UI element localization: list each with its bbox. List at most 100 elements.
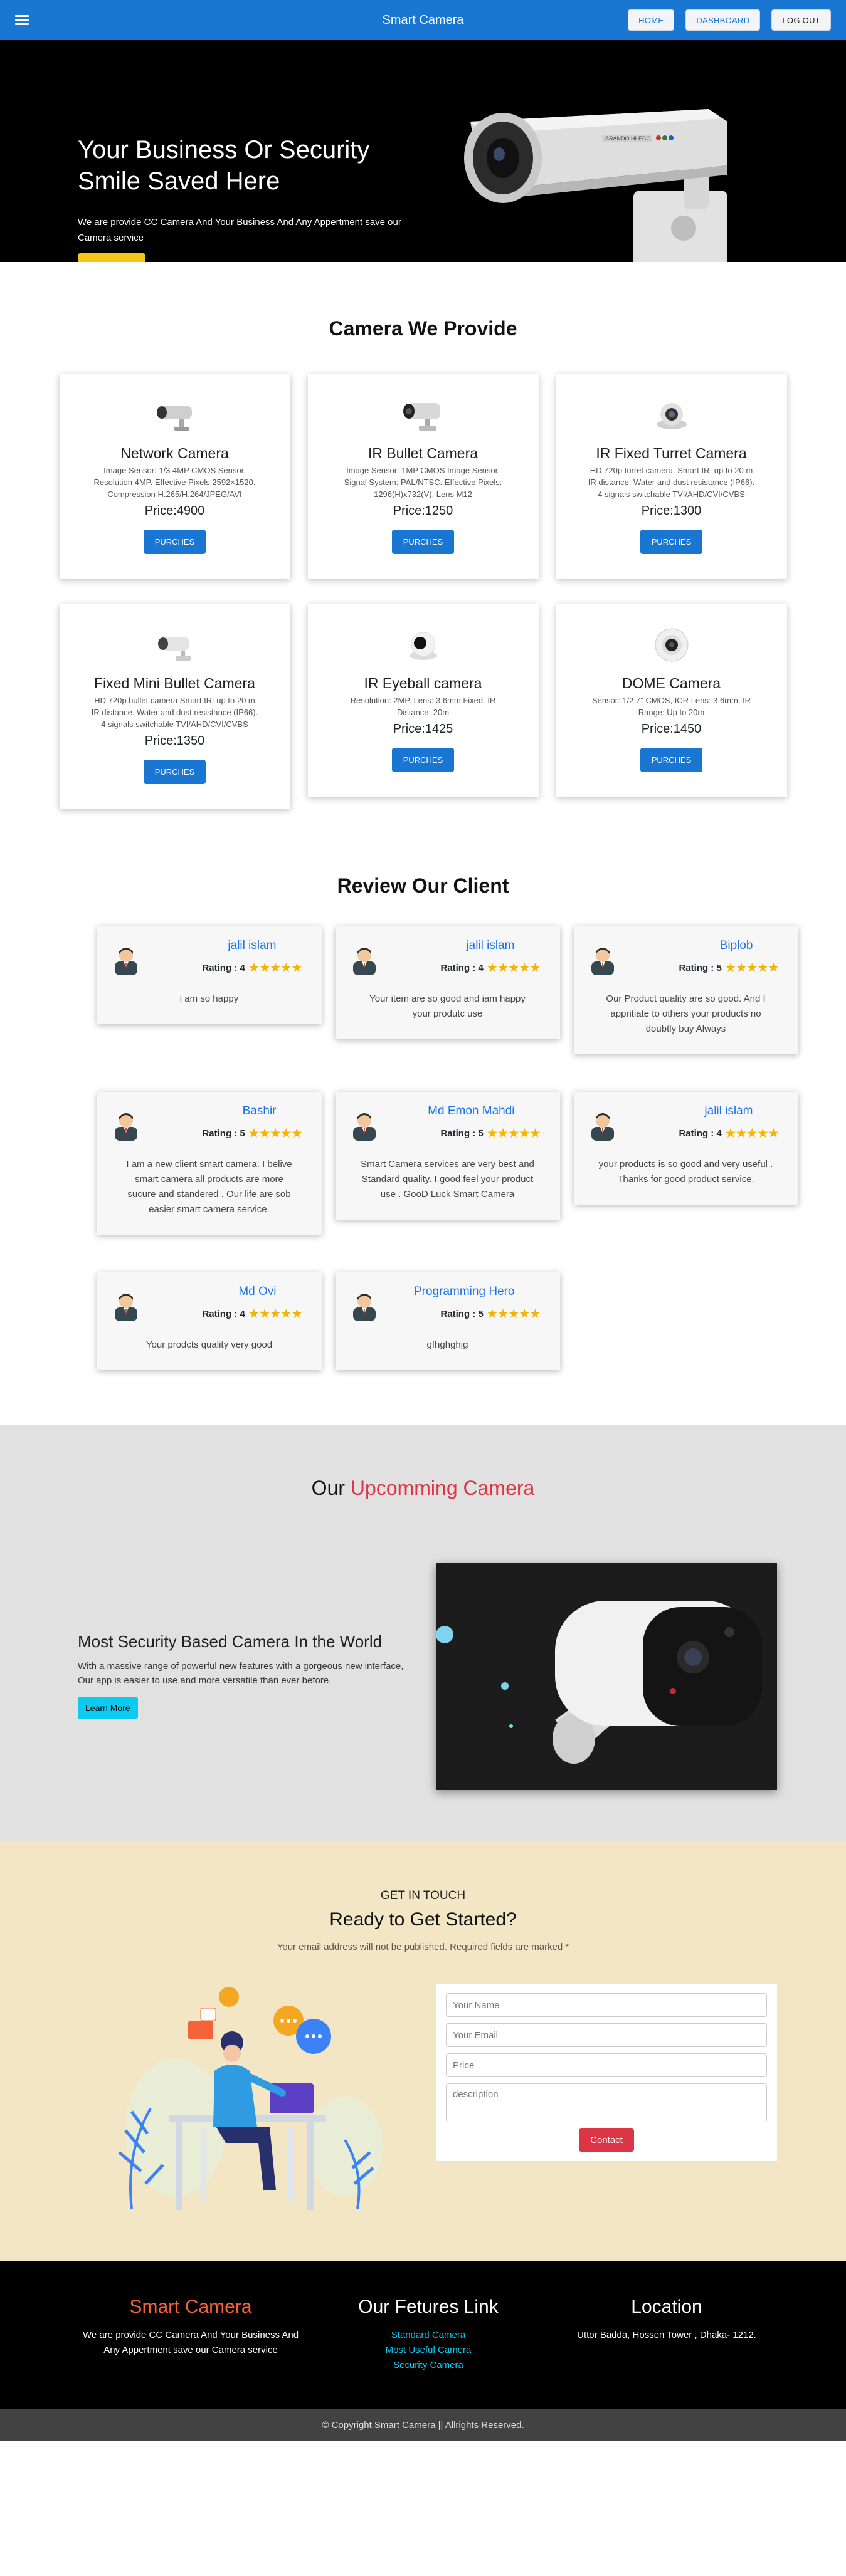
review-rating: Rating : 4 ★★★★★ [142,1307,303,1321]
purchase-button[interactable]: PURCHES [391,748,455,772]
rating-label: Rating : 5 [440,1309,484,1319]
footer: Smart Camera We are provide CC Camera An… [0,2261,846,2409]
upcoming-section: Our Upcomming Camera Most Security Based… [0,1425,846,1841]
upcoming-description: With a massive range of powerful new fea… [78,1661,404,1686]
cameras-title: Camera We Provide [329,317,517,340]
hero-subtitle: We are provide CC Camera And Your Busine… [78,217,401,243]
contact-note: Your email address will not be published… [277,1942,569,1952]
camera-card: IR Bullet Camera Image Sensor: 1MP CMOS … [307,374,539,579]
camera-price: Price:1300 [641,504,702,518]
user-avatar-icon [348,1108,381,1141]
name-input[interactable] [446,1993,767,2017]
camera-brand-label: ARANDO HI-ECO [605,135,651,142]
star-rating-icon: ★★★★★ [248,1127,303,1139]
footer-link-security-camera[interactable]: Security Camera [315,2358,541,2373]
price-input[interactable] [446,2053,767,2077]
star-rating-icon: ★★★★★ [725,961,780,974]
review-card: jalil islam Rating : 4 ★★★★★ i am so happy [97,926,322,1024]
camera-name: IR Fixed Turret Camera [596,445,747,461]
contact-title: Ready to Get Started? [329,1909,517,1930]
hero-explore-button[interactable]: Explore [78,253,145,262]
review-card: Md Emon Mahdi Rating : 5 ★★★★★ Smart Camera… [335,1092,560,1220]
purchase-button[interactable]: PURCHES [391,530,455,554]
footer-brand: Smart Camera [129,2296,252,2317]
camera-price: Price:1450 [641,722,702,736]
review-card: jalil islam Rating : 4 ★★★★★ Your item are … [335,926,560,1039]
footer-location-title: Location [631,2296,702,2317]
star-rating-icon: ★★★★★ [725,1127,780,1139]
rating-label: Rating : 4 [202,963,245,973]
reviewer-name: Bashir [242,1104,277,1118]
camera-description: Resolution: 2MP. Lens: 3.6mm Fixed. IR D… [350,696,496,717]
hero-title: Your Business Or Security Smile Saved He… [78,136,370,195]
bullet-camera-icon [403,403,440,431]
review-card: Biplob Rating : 5 ★★★★★ Our Product quality… [573,926,798,1054]
contact-button[interactable]: Contact [579,2128,634,2152]
camera-description: Image Sensor: 1/3 4MP CMOS Sensor. Resol… [93,466,256,499]
user-avatar-icon [110,943,142,975]
review-rating: Rating : 5 ★★★★★ [381,1307,541,1321]
review-card: Programming Hero Rating : 5 ★★★★★ gfhghghjg [335,1272,560,1370]
reviewer-name: Md Ovi [238,1285,277,1298]
user-avatar-icon [110,1289,142,1321]
navbar: Smart Camera HOME DASHBOARD LOG OUT [0,0,846,40]
review-card: Md Ovi Rating : 4 ★★★★★ Your prodcts qualit… [97,1272,322,1370]
footer-location: Uttor Badda, Hossen Tower , Dhaka- 1212. [577,2330,756,2340]
menu-icon[interactable] [15,15,29,25]
upcoming-camera-image [436,1563,777,1790]
rating-label: Rating : 4 [679,1128,722,1139]
dashboard-button[interactable]: DASHBOARD [685,9,761,31]
footer-brand-description: We are provide CC Camera And Your Busine… [82,2330,299,2355]
cameras-section: Camera We Provide Network Camera Image S… [0,262,846,847]
review-text: your products is so good and very useful… [598,1159,773,1185]
reviewer-name: jalil islam [228,939,277,952]
review-rating: Rating : 5 ★★★★★ [142,1127,303,1140]
reviewer-name: jalil islam [704,1104,753,1118]
user-avatar-icon [586,1108,619,1141]
review-text: Smart Camera services are very best and … [361,1159,534,1200]
review-rating: Rating : 5 ★★★★★ [619,961,780,975]
upcoming-title-accent: Upcomming Camera [350,1477,535,1499]
purchase-button[interactable]: PURCHES [143,760,206,784]
footer-link-most-useful-camera[interactable]: Most Useful Camera [315,2343,541,2358]
review-text: i am so happy [179,993,239,1004]
home-button[interactable]: HOME [628,9,675,31]
camera-card: Network Camera Image Sensor: 1/3 4MP CMO… [59,374,290,579]
dome-camera-icon [655,628,688,662]
footer-link-standard-camera[interactable]: Standard Camera [315,2328,541,2343]
user-avatar-icon [348,943,381,975]
camera-name: DOME Camera [621,675,721,691]
review-rating: Rating : 5 ★★★★★ [381,1127,541,1140]
star-rating-icon: ★★★★★ [487,961,541,974]
review-rating: Rating : 4 ★★★★★ [381,961,541,975]
review-text: I am a new client smart camera. I belive… [126,1159,292,1215]
camera-description: Image Sensor: 1MP CMOS Image Sensor. Sig… [344,466,502,499]
purchase-button[interactable]: PURCHES [143,530,206,554]
contact-kicker: GET IN TOUCH [380,1889,466,1902]
logout-button[interactable]: LOG OUT [771,9,831,31]
rating-label: Rating : 4 [202,1309,245,1319]
contact-section: GET IN TOUCH Ready to Get Started? Your … [0,1841,846,2261]
description-textarea[interactable] [446,2083,767,2122]
purchase-button[interactable]: PURCHES [640,748,703,772]
camera-card: IR Eyeball camera Resolution: 2MP. Lens:… [307,604,539,797]
user-avatar-icon [586,943,619,975]
upcoming-title: Our Upcomming Camera [0,1477,846,1500]
camera-price: Price:1350 [144,734,205,748]
learn-more-button[interactable]: Learn More [78,1697,138,1719]
hero-banner: Your Business Or Security Smile Saved He… [0,40,846,262]
reviewer-name: Md Emon Mahdi [428,1104,515,1118]
footer-links-title: Our Fetures Link [358,2296,499,2317]
purchase-button[interactable]: PURCHES [640,530,703,554]
contact-illustration [118,1987,383,2210]
turret-camera-icon [656,403,687,429]
camera-description: HD 720p bullet camera Smart IR: up to 20… [91,696,258,729]
review-card: Bashir Rating : 5 ★★★★★ I am a new client s… [97,1092,322,1235]
email-input[interactable] [446,2023,767,2047]
review-text: Your prodcts quality very good [145,1339,273,1350]
camera-name: Fixed Mini Bullet Camera [94,675,255,691]
star-rating-icon: ★★★★★ [248,961,303,974]
reviewer-name: jalil islam [466,939,515,952]
rating-label: Rating : 5 [440,1128,484,1139]
reviews-title: Review Our Client [337,874,509,897]
